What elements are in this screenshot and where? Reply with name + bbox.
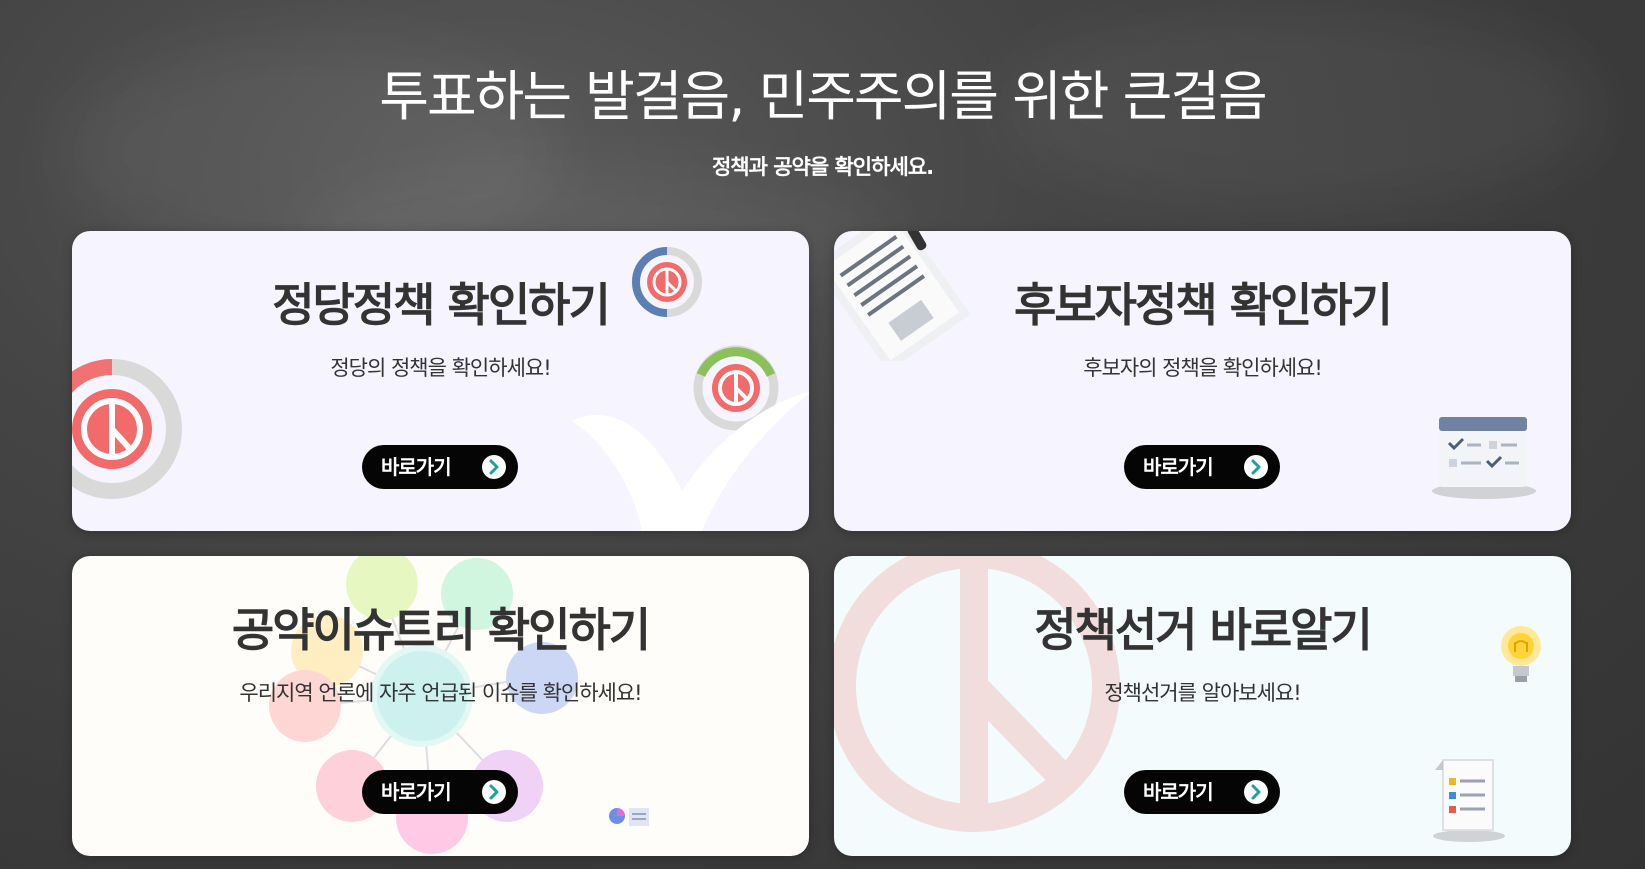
checkmark-icon bbox=[572, 391, 809, 531]
chevron-right-icon bbox=[1244, 455, 1268, 479]
go-button[interactable]: 바로가기 bbox=[362, 445, 518, 489]
go-button-label: 바로가기 bbox=[1143, 780, 1214, 804]
page-subtitle: 정책과 공약을 확인하세요. bbox=[711, 155, 934, 179]
card-description: 후보자의 정책을 확인하세요! bbox=[1083, 356, 1323, 380]
chevron-right-icon bbox=[1244, 780, 1268, 804]
card-issue-tree: 공약이슈트리 확인하기 우리지역 언론에 자주 언급된 이슈를 확인하세요! 바… bbox=[72, 556, 809, 856]
card-description: 정책선거를 알아보세요! bbox=[1104, 681, 1301, 705]
card-title: 후보자정책 확인하기 bbox=[1014, 278, 1393, 332]
card-title: 정당정책 확인하기 bbox=[272, 278, 611, 332]
card-candidate-policy: 후보자정책 확인하기 후보자의 정책을 확인하세요! 바로가기 bbox=[834, 231, 1571, 531]
go-button[interactable]: 바로가기 bbox=[362, 770, 518, 814]
chevron-right-icon bbox=[482, 780, 506, 804]
chart-thumbnail-icon bbox=[609, 808, 649, 826]
go-button-label: 바로가기 bbox=[381, 455, 452, 479]
card-description: 우리지역 언론에 자주 언급된 이슈를 확인하세요! bbox=[239, 681, 642, 705]
document-list-icon bbox=[1433, 759, 1505, 842]
pen-icon bbox=[907, 231, 927, 251]
go-button[interactable]: 바로가기 bbox=[1124, 770, 1280, 814]
go-button-label: 바로가기 bbox=[381, 780, 452, 804]
page-title: 투표하는 발걸음, 민주주의를 위한 큰걸음 bbox=[379, 65, 1267, 128]
card-party-policy: 정당정책 확인하기 정당의 정책을 확인하세요! 바로가기 bbox=[72, 231, 809, 531]
checklist-board-icon bbox=[1432, 417, 1536, 499]
card-title: 공약이슈트리 확인하기 bbox=[231, 603, 651, 657]
go-button[interactable]: 바로가기 bbox=[1124, 445, 1280, 489]
chevron-right-icon bbox=[482, 455, 506, 479]
card-title: 정책선거 바로알기 bbox=[1034, 603, 1373, 657]
go-button-label: 바로가기 bbox=[1143, 455, 1214, 479]
card-policy-election: 정책선거 바로알기 정책선거를 알아보세요! 바로가기 bbox=[834, 556, 1571, 856]
card-description: 정당의 정책을 확인하세요! bbox=[330, 356, 551, 380]
